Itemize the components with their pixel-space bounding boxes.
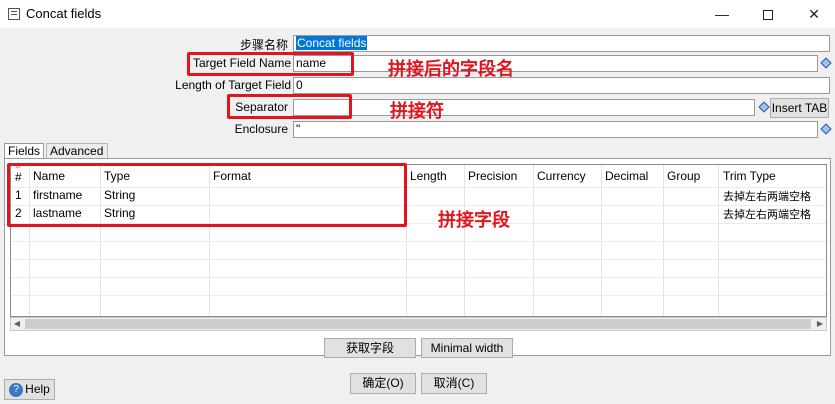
help-icon: ? [9,382,24,397]
step-name-label: 步骤名称 [239,38,288,52]
length-input[interactable]: 0 [293,77,830,94]
separator-variable-icon[interactable] [758,101,770,113]
fields-highlight [7,163,407,227]
scroll-left-icon[interactable]: ◀ [11,318,23,330]
target-field-input[interactable]: name [293,55,818,72]
title-bar: Concat fields — ✕ [0,0,835,28]
scroll-thumb[interactable] [25,319,811,329]
dialog-icon [8,8,20,20]
row-trim-type[interactable]: 去掉左右两端空格 [723,188,811,204]
step-name-input[interactable]: Concat fields [293,35,830,52]
separator-highlight [227,94,352,119]
minimal-width-button[interactable]: Minimal width [421,338,513,358]
scroll-right-icon[interactable]: ▶ [814,318,826,330]
help-label: Help [25,382,50,396]
help-button[interactable]: ? Help [4,379,55,400]
table-horizontal-scrollbar[interactable]: ◀ ▶ [10,317,827,331]
get-fields-button[interactable]: 获取字段 [324,338,416,358]
col-header-decimal[interactable]: Decimal [605,169,648,183]
col-header-currency[interactable]: Currency [537,169,586,183]
enclosure-input[interactable]: " [293,121,818,138]
cancel-button[interactable]: 取消(C) [421,373,487,394]
step-name-value: Concat fields [296,36,368,50]
maximize-icon [763,10,773,21]
ok-button[interactable]: 确定(O) [350,373,416,394]
maximize-button[interactable] [746,2,790,26]
col-header-trim-type[interactable]: Trim Type [723,169,776,183]
minimize-button[interactable]: — [700,2,744,26]
length-label: Length of Target Field [175,78,291,92]
enclosure-variable-icon[interactable] [820,123,832,135]
row-trim-type[interactable]: 去掉左右两端空格 [723,206,811,222]
col-header-group[interactable]: Group [667,169,700,183]
fields-annotation: 拼接字段 [438,210,510,231]
close-button[interactable]: ✕ [792,2,835,26]
window-title: Concat fields [26,6,102,21]
variable-diamond-icon[interactable] [820,57,832,69]
col-header-precision[interactable]: Precision [468,169,517,183]
insert-tab-button[interactable]: Insert TAB [770,98,829,118]
enclosure-label: Enclosure [234,122,288,136]
col-header-length[interactable]: Length [410,169,447,183]
tab-advanced[interactable]: Advanced [46,143,108,159]
separator-annotation: 拼接符 [390,101,444,122]
target-field-highlight [187,52,354,76]
tab-fields[interactable]: Fields [4,143,44,159]
separator-input[interactable] [293,99,755,116]
target-field-annotation: 拼接后的字段名 [388,59,514,80]
